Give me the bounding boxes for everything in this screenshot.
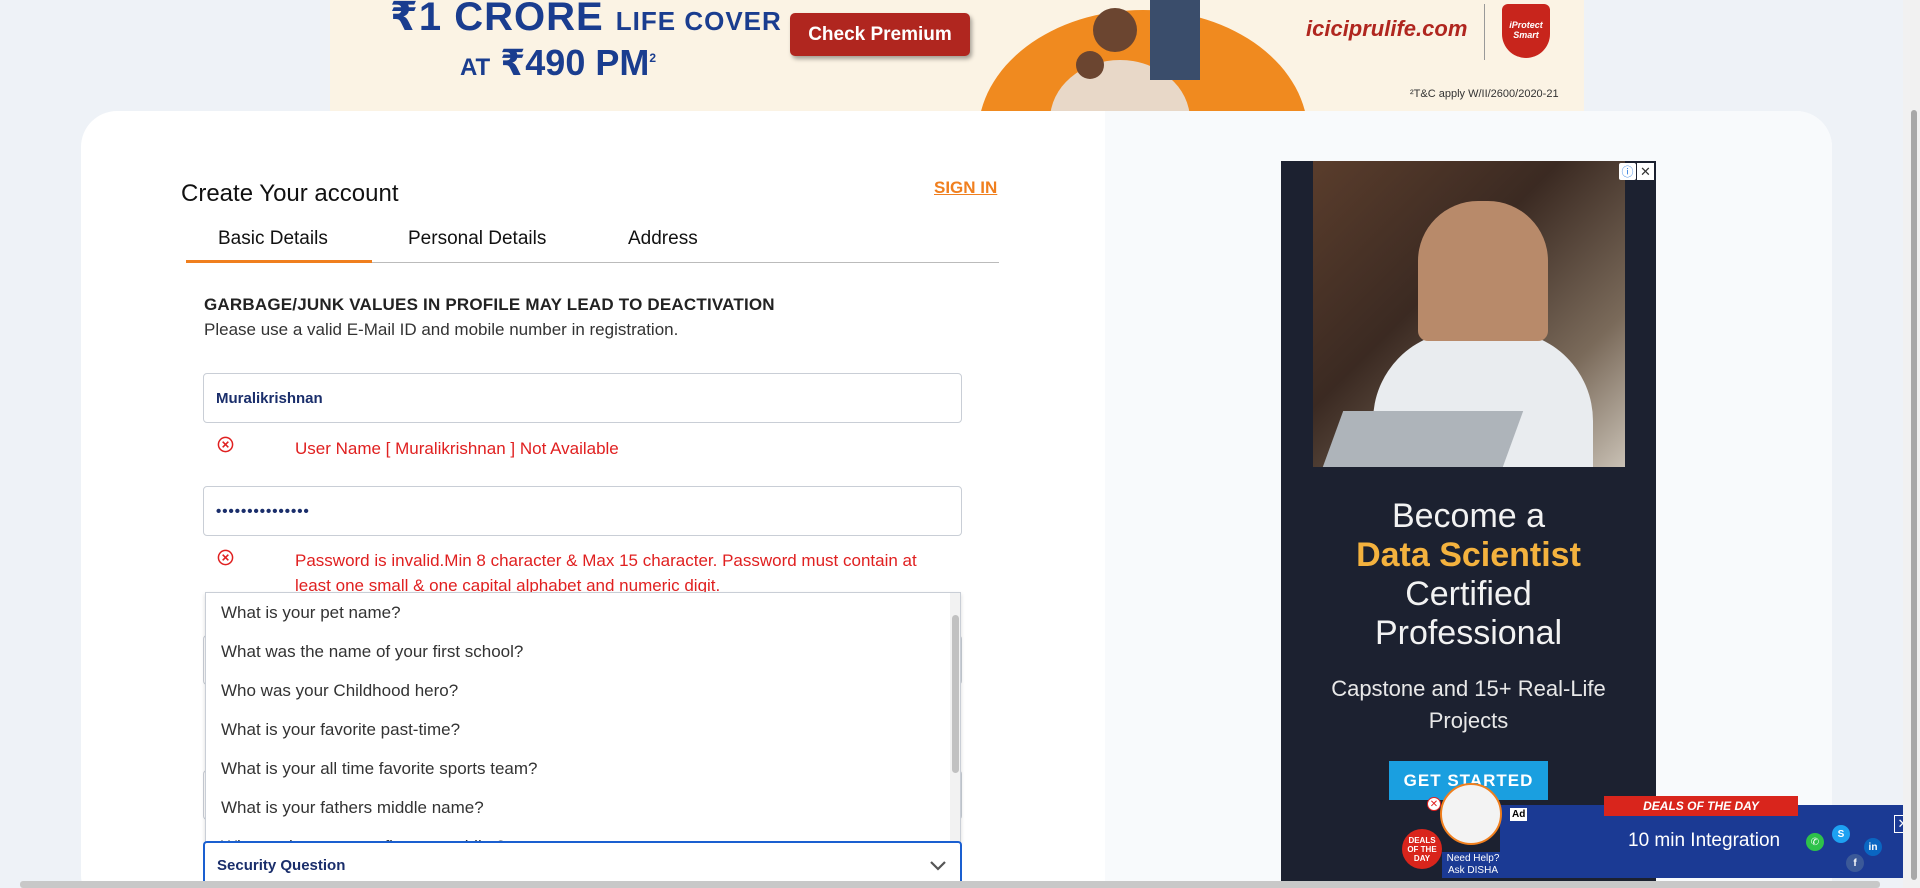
deals-ribbon: DEALS OF THE DAY — [1604, 796, 1798, 816]
banner-divider — [1484, 4, 1485, 60]
active-tab-indicator — [186, 260, 372, 263]
whatsapp-icon[interactable]: ✆ — [1806, 833, 1824, 851]
error-icon — [217, 436, 234, 453]
ad-photo — [1313, 161, 1625, 467]
security-question-dropdown-list[interactable]: What is your pet name? What was the name… — [205, 592, 961, 842]
disha-help-label[interactable]: Need Help? Ask DISHA — [1442, 852, 1504, 878]
password-error: Password is invalid.Min 8 character & Ma… — [295, 551, 917, 593]
dropdown-option[interactable]: What is your all time favorite sports te… — [206, 749, 960, 788]
deals-text: 10 min Integration — [1628, 830, 1781, 851]
banner-headline: ₹1 CRORE LIFE COVER AT ₹490 PM2 — [390, 0, 782, 83]
dropdown-option[interactable]: What make was your first car or bike? — [206, 827, 960, 843]
warning-subtitle: Please use a valid E-Mail ID and mobile … — [204, 320, 679, 339]
tab-personal-details[interactable]: Personal Details — [408, 228, 546, 250]
banner-site: iciciprulife.com — [1306, 16, 1468, 41]
dropdown-option[interactable]: What is your fathers middle name? — [206, 788, 960, 827]
dropdown-option[interactable]: What is your pet name? — [206, 593, 960, 632]
select-value: Security Question — [217, 857, 346, 874]
ad-info-icon[interactable]: ⓘ — [1619, 163, 1636, 180]
username-error: User Name [ Muralikrishnan ] Not Availab… — [295, 439, 619, 458]
dropdown-scroll-thumb[interactable] — [952, 615, 959, 773]
dropdown-option[interactable]: Who was your Childhood hero? — [206, 671, 960, 710]
username-field[interactable]: Muralikrishnan — [203, 373, 962, 423]
ad-subtitle: Capstone and 15+ Real-Life Projects — [1331, 676, 1606, 733]
linkedin-icon[interactable]: in — [1864, 838, 1882, 856]
banner-tc: ²T&C apply W/II/2600/2020-21 — [1410, 88, 1559, 100]
page-title: Create Your account — [181, 180, 399, 207]
ad-close-icon[interactable]: ✕ — [1637, 163, 1654, 180]
chevron-down-icon — [930, 861, 946, 871]
password-field[interactable]: ••••••••••••••• — [203, 486, 962, 536]
tab-address[interactable]: Address — [628, 228, 698, 250]
page-scroll-thumb[interactable] — [1911, 110, 1917, 880]
family-photo — [1050, 0, 1200, 111]
dropdown-option[interactable]: What was the name of your first school? — [206, 632, 960, 671]
ad-headline: Become a Data Scientist Certified Profes… — [1356, 497, 1581, 652]
ad-label: Ad — [1510, 808, 1528, 821]
deals-badge[interactable]: DEALS OF THE DAY — [1402, 829, 1442, 869]
warning-title: GARBAGE/JUNK VALUES IN PROFILE MAY LEAD … — [204, 295, 775, 314]
dropdown-option[interactable]: What is your favorite past-time? — [206, 710, 960, 749]
form-tabs: Basic Details Personal Details Address — [186, 224, 999, 263]
skype-icon[interactable]: S — [1832, 825, 1850, 843]
facebook-icon[interactable]: f — [1846, 854, 1864, 872]
sign-in-link[interactable]: SIGN IN — [934, 178, 997, 198]
tab-basic-details[interactable]: Basic Details — [218, 228, 328, 250]
disha-avatar[interactable] — [1440, 783, 1502, 845]
close-icon[interactable]: ✕ — [1427, 797, 1441, 811]
horizontal-scrollbar[interactable] — [20, 881, 1880, 888]
error-icon — [217, 549, 234, 566]
check-premium-button[interactable]: Check Premium — [790, 13, 970, 56]
iprotect-shield-logo: iProtect Smart — [1502, 4, 1550, 58]
data-scientist-ad[interactable]: ⓘ ✕ Become a Data Scientist Certified Pr… — [1281, 161, 1656, 888]
top-banner-ad[interactable]: ₹1 CRORE LIFE COVER AT ₹490 PM2 Check Pr… — [330, 0, 1584, 111]
